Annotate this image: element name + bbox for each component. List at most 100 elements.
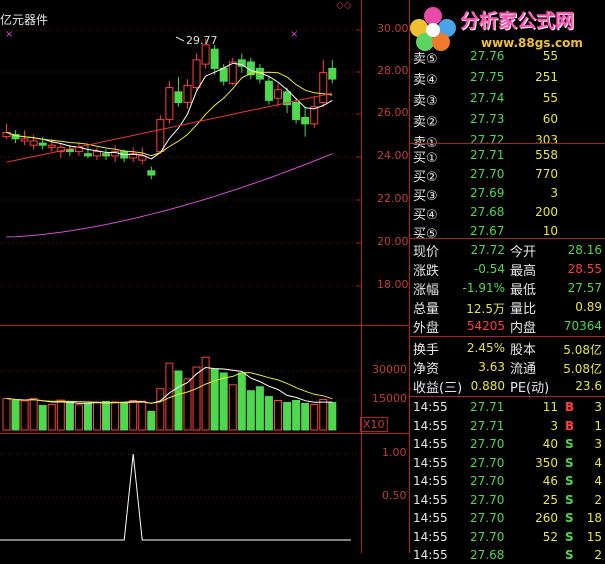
volume-bar: [2, 398, 11, 431]
volume-bar: [65, 401, 74, 431]
candle-body: [147, 170, 156, 176]
tick-count: 18: [586, 511, 602, 525]
candle-body: [201, 44, 210, 65]
quote-label: 涨幅: [413, 283, 440, 298]
buy-row: 买① 27.71 558: [410, 145, 605, 166]
volume-bar: [120, 401, 129, 431]
diamond-icon[interactable]: ◇◇: [336, 0, 351, 11]
quote-label: 现价: [413, 245, 440, 260]
tick-price: 27.70: [470, 511, 505, 525]
book-price: 27.73: [470, 112, 505, 126]
book-volume: 10: [542, 224, 558, 238]
tick-side: S: [565, 474, 574, 488]
book-level-label: 卖④: [413, 73, 438, 88]
book-price: 27.76: [470, 49, 505, 63]
tick-count: 2: [594, 492, 602, 507]
volume-bar: [228, 384, 237, 431]
tick-row: 14:55 27.70 46 S 4: [410, 472, 605, 490]
quote-value: 12.5万: [466, 302, 505, 316]
volume-panel-border: [0, 325, 409, 326]
quote-value: 27.72: [470, 243, 505, 257]
quote-value: 70364: [563, 319, 602, 333]
marker-icon: ×: [5, 29, 13, 40]
tick-side: S: [565, 455, 574, 470]
tick-time: 14:55: [413, 548, 448, 562]
quote-row: 总量 12.5万 量比 0.89: [410, 297, 605, 317]
quote-row: 涨幅 -1.91% 最低 27.57: [410, 278, 605, 298]
fund-value: 2.45%: [466, 341, 505, 355]
tick-count: 3: [594, 400, 602, 414]
tick-price: 27.70: [470, 529, 505, 544]
candle-body: [292, 102, 301, 121]
candle-body: [174, 91, 183, 104]
book-volume: 251: [535, 70, 558, 84]
fund-label: 换手: [413, 343, 440, 358]
tick-price: 27.70: [470, 455, 505, 470]
tick-price: 27.68: [470, 548, 505, 562]
fund-row: 净资 3.63 流通 5.08亿: [410, 357, 605, 377]
quote-row: 现价 27.72 今开 28.16: [410, 240, 605, 260]
book-volume: 55: [542, 91, 558, 105]
candle-body: [319, 72, 328, 104]
indicator-panel-border: [0, 433, 409, 434]
candle-body: [264, 80, 273, 101]
book-price: 27.68: [470, 205, 505, 219]
book-level-label: 卖⑤: [413, 52, 438, 67]
fund-label: 流通: [510, 362, 537, 377]
panel-divider: [409, 0, 410, 553]
tick-row: 14:55 27.68 S 2: [410, 546, 605, 564]
sell-row: 卖⑤ 27.76 55: [410, 46, 605, 67]
volume-bar: [237, 372, 246, 431]
book-level-label: 卖③: [413, 94, 438, 109]
fund-value: 3.63: [478, 360, 505, 374]
quote-value: -1.91%: [462, 281, 505, 295]
quote-label: 外盘: [413, 321, 440, 336]
fund-label: PE(动): [510, 381, 550, 396]
tick-time: 14:55: [413, 418, 448, 433]
tick-side: B: [565, 400, 575, 414]
quote-divider: [409, 238, 605, 239]
volume-bar: [11, 400, 20, 431]
fund-value: 5.08亿: [563, 362, 602, 376]
price-tick-label: 30.00: [377, 22, 409, 35]
volume-bar: [74, 404, 83, 431]
candle-body: [183, 84, 192, 104]
tick-time: 14:55: [413, 455, 448, 470]
book-level-label: 卖②: [413, 115, 438, 130]
tick-row: 14:55 27.71 11 B 3: [410, 398, 605, 416]
candle-body: [219, 67, 228, 82]
volume-bar: [29, 398, 38, 431]
fund-divider: [409, 336, 605, 337]
volume-bar: [20, 400, 29, 431]
x10-button[interactable]: X10: [360, 417, 388, 432]
candle-body: [328, 67, 337, 80]
volume-bar: [319, 399, 328, 431]
candle-body: [301, 116, 310, 125]
candle-body: [165, 87, 174, 121]
tick-side: S: [565, 511, 574, 525]
volume-bar: [83, 402, 92, 431]
book-price: 27.75: [470, 70, 505, 84]
book-volume: 200: [535, 205, 558, 219]
tick-volume: 3: [550, 418, 558, 433]
price-tick-label: 28.00: [377, 64, 409, 77]
marker-icon: ×: [290, 29, 298, 40]
candle-body: [93, 151, 101, 157]
volume-bar: [255, 386, 264, 431]
quote-label: 内盘: [510, 321, 537, 336]
price-tick-label: 20.00: [377, 235, 409, 248]
price-tick-label: 24.00: [377, 149, 409, 162]
candle-body: [20, 138, 29, 142]
sell-row: 卖③ 27.74 55: [410, 88, 605, 109]
tick-side: S: [565, 437, 574, 451]
book-volume: 3: [550, 186, 558, 200]
sell-row: 卖② 27.73 60: [410, 109, 605, 130]
volume-bar: [47, 403, 56, 431]
tick-side: S: [565, 492, 574, 507]
candle-body: [237, 59, 246, 67]
volume-bar: [246, 390, 255, 431]
quote-value: 28.55: [567, 262, 602, 276]
tick-row: 14:55 27.70 25 S 2: [410, 491, 605, 509]
volume-bar: [111, 401, 120, 431]
max-price-pointer: [175, 36, 185, 42]
